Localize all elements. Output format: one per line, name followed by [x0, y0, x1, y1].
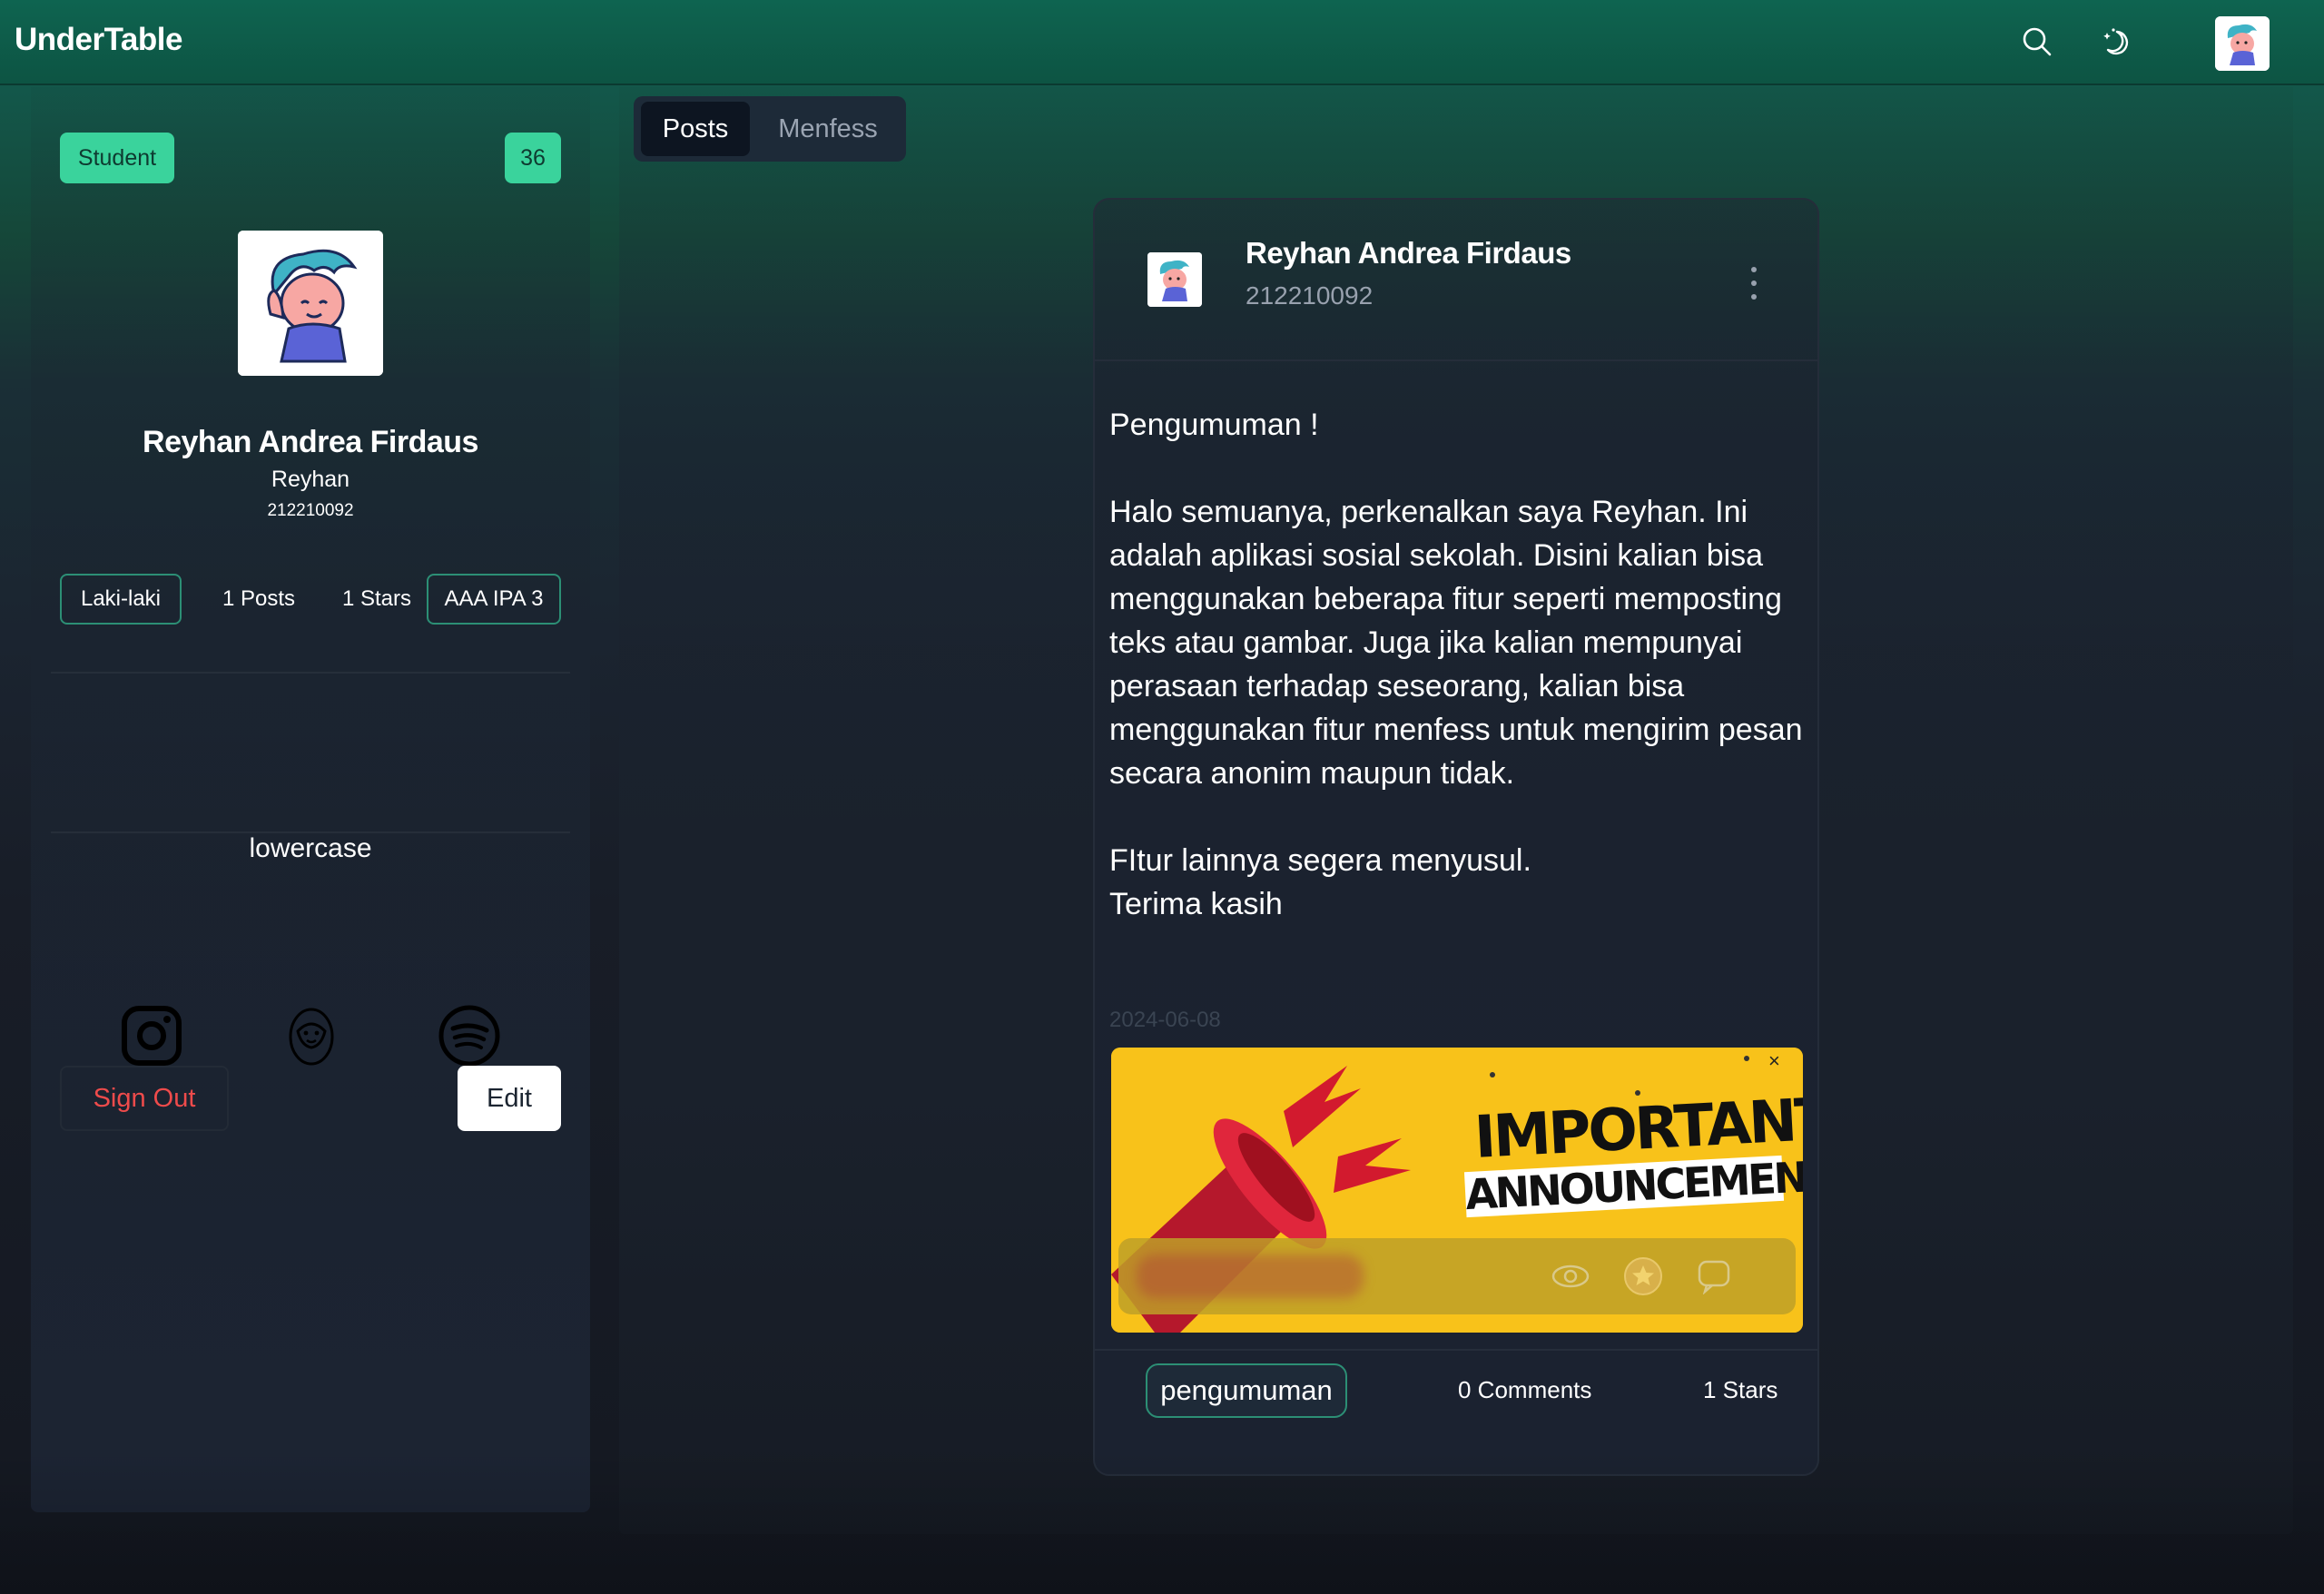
stars-count[interactable]: 1 Stars [1703, 1376, 1777, 1404]
class-chip: AAA IPA 3 [427, 574, 561, 625]
post-body: Pengumuman ! Halo semuanya, perkenalkan … [1109, 408, 1803, 921]
count-badge: 36 [505, 133, 561, 183]
search-icon[interactable] [2020, 25, 2054, 59]
profile-avatar [238, 231, 383, 376]
post-date: 2024-06-08 [1109, 1008, 1221, 1032]
post-author-avatar[interactable] [1147, 252, 1202, 307]
blurred-label [1137, 1255, 1364, 1298]
spotify-icon[interactable] [438, 1004, 501, 1068]
more-options-icon[interactable] [1745, 267, 1763, 307]
profile-name: Reyhan Andrea Firdaus [143, 425, 478, 459]
posts-count: 1 Posts [222, 586, 296, 611]
role-badge: Student [60, 133, 174, 183]
sidebar-divider [51, 831, 570, 833]
profile-nickname: Reyhan [271, 467, 350, 492]
instagram-icon[interactable] [120, 1004, 183, 1068]
post-author-name[interactable]: Reyhan Andrea Firdaus [1246, 236, 1571, 271]
post-card: Reyhan Andrea Firdaus 212210092 Pengumum… [1093, 198, 1819, 1476]
view-icon[interactable] [1551, 1258, 1590, 1294]
profile-nis: 212210092 [267, 501, 354, 520]
card-divider [1095, 359, 1817, 361]
card-divider [1095, 1349, 1817, 1351]
user-avatar[interactable] [2215, 16, 2270, 71]
image-close-icon[interactable]: × [1768, 1049, 1780, 1073]
tab-posts[interactable]: Posts [641, 102, 750, 156]
moon-stars-icon[interactable] [2099, 25, 2133, 59]
comments-count[interactable]: 0 Comments [1458, 1376, 1591, 1404]
sidebar-divider [51, 672, 570, 674]
profile-bio: lowercase [249, 833, 372, 863]
app-brand[interactable]: UnderTable [15, 22, 182, 58]
face-icon[interactable] [280, 1004, 343, 1068]
post-tag[interactable]: pengumuman [1146, 1363, 1347, 1418]
stars-count: 1 Stars [341, 586, 412, 611]
edit-profile-button[interactable]: Edit [458, 1066, 561, 1131]
feed-tabs: Posts Menfess [634, 96, 906, 162]
star-icon[interactable] [1623, 1256, 1663, 1296]
top-navbar: UnderTable [0, 0, 2324, 85]
comment-icon[interactable] [1696, 1258, 1732, 1294]
sign-out-button[interactable]: Sign Out [60, 1066, 229, 1131]
post-author-nis: 212210092 [1246, 281, 1374, 310]
tab-menfess[interactable]: Menfess [757, 102, 899, 156]
image-actions-overlay [1118, 1238, 1796, 1314]
post-image[interactable]: IMPORTANT ANNOUNCEMENT × [1111, 1048, 1803, 1333]
profile-sidebar: Student 36 Reyhan Andrea Firdaus Reyhan … [31, 87, 590, 1512]
gender-chip: Laki-laki [60, 574, 182, 625]
